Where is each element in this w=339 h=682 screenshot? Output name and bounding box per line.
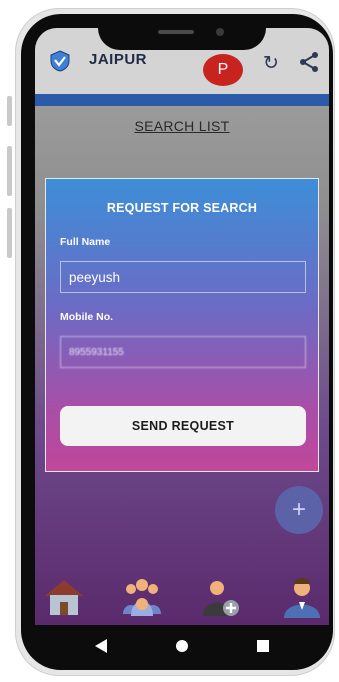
phone-notch [98, 14, 266, 50]
home-icon[interactable] [41, 574, 87, 620]
mobile-input[interactable] [60, 336, 306, 368]
home-circle-icon[interactable] [176, 640, 188, 652]
volume-down-button [7, 146, 12, 196]
send-request-button[interactable]: SEND REQUEST [60, 406, 306, 446]
system-nav-bar [35, 625, 329, 670]
volume-up-button [7, 96, 12, 126]
bottom-nav [35, 574, 329, 624]
group-icon[interactable] [119, 574, 165, 620]
full-name-input[interactable] [60, 261, 306, 293]
logo-icon [50, 50, 70, 72]
app-screen: JAIPUR P ↻ SEARCH LIST + REQUEST FOR SEA… [35, 28, 329, 625]
dialog-title: REQUEST FOR SEARCH [106, 201, 258, 215]
request-search-dialog: REQUEST FOR SEARCH Full Name Mobile No. … [45, 178, 319, 472]
add-fab-button[interactable]: + [275, 486, 323, 534]
power-button [7, 208, 12, 258]
accent-strip [35, 94, 329, 106]
refresh-icon[interactable]: ↻ [263, 52, 279, 75]
section-title: SEARCH LIST [134, 118, 230, 134]
full-name-label: Full Name [60, 236, 111, 248]
city-title: JAIPUR [89, 51, 148, 68]
speaker-grille [158, 30, 194, 34]
profile-icon[interactable] [279, 574, 325, 620]
recents-icon[interactable] [257, 640, 269, 652]
share-icon[interactable] [298, 51, 320, 73]
mobile-label: Mobile No. [60, 311, 114, 323]
add-user-icon[interactable] [197, 574, 243, 620]
front-camera [216, 28, 224, 36]
profile-avatar[interactable]: P [203, 54, 243, 86]
back-icon[interactable] [95, 639, 107, 653]
